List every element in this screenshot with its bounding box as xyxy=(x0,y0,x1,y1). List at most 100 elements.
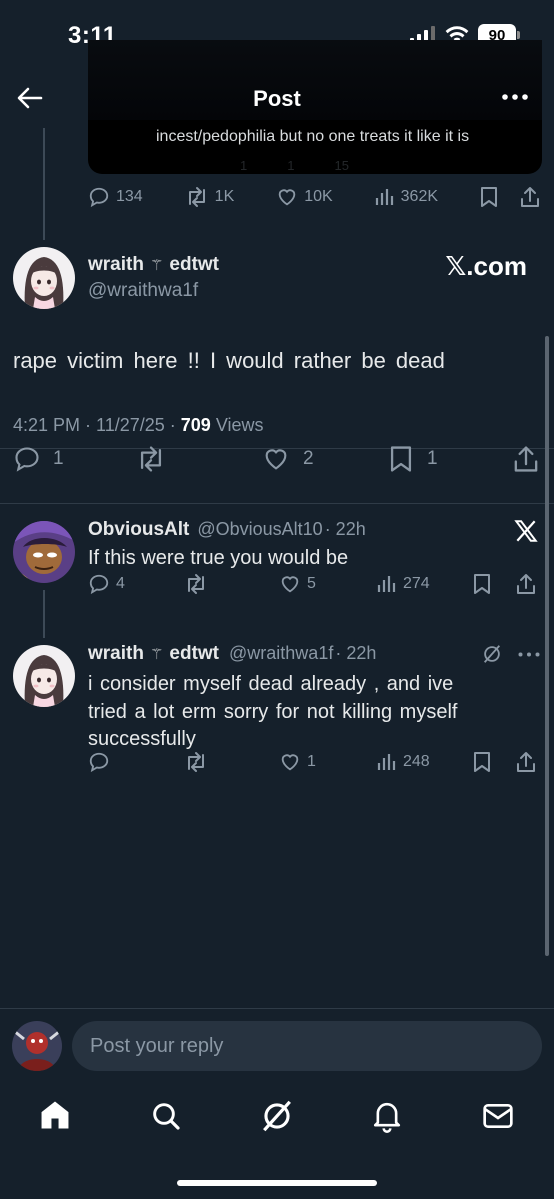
main-bookmark-count: 1 xyxy=(427,448,438,469)
reply2-name[interactable]: wraith xyxy=(88,643,144,665)
parent-bookmark-button[interactable] xyxy=(480,186,498,208)
reply2-views-button[interactable]: 248 xyxy=(377,752,430,772)
quoted-like-count: 1 xyxy=(287,158,295,173)
main-reply-button[interactable]: 1 xyxy=(13,445,64,473)
tab-home[interactable] xyxy=(38,1098,72,1132)
parent-share-button[interactable] xyxy=(520,186,540,208)
tab-notifications[interactable] xyxy=(371,1099,403,1133)
views-icon xyxy=(377,576,396,592)
x-com-badge: 𝕏.com xyxy=(445,251,527,281)
main-like-count: 2 xyxy=(303,448,314,469)
reply1-avatar[interactable] xyxy=(13,521,75,583)
grok-icon xyxy=(263,1100,291,1132)
reply1-reply-count: 4 xyxy=(116,575,125,592)
bell-icon xyxy=(373,1102,401,1133)
parent-like-count: 10K xyxy=(304,188,333,205)
reply1-like-button[interactable]: 5 xyxy=(279,573,316,595)
thread-line xyxy=(43,590,45,638)
heart-icon xyxy=(278,189,296,206)
more-options-button[interactable] xyxy=(502,94,528,100)
quoted-view-count: 15 xyxy=(334,158,349,173)
main-post-timestamp: 4:21 PM · 11/27/25 · xyxy=(13,415,181,435)
reply-icon xyxy=(89,752,109,773)
scrollbar[interactable] xyxy=(545,336,549,956)
thread-line xyxy=(43,128,45,240)
reply2-like-count: 1 xyxy=(307,753,316,770)
reply2-repost-button[interactable] xyxy=(184,751,208,773)
reply2-like-button[interactable]: 1 xyxy=(279,751,316,773)
reply1-name[interactable]: ObviousAlt xyxy=(88,519,189,541)
main-post-author[interactable]: wraith ⚚ edtwt xyxy=(88,254,219,276)
tab-grok[interactable] xyxy=(260,1099,294,1133)
reply-icon xyxy=(89,187,109,208)
views-icon xyxy=(375,189,393,205)
reply-icon xyxy=(89,574,109,595)
home-indicator xyxy=(177,1180,377,1186)
grok-icon[interactable] xyxy=(481,643,503,665)
main-post-handle[interactable]: @wraithwa1f xyxy=(88,280,198,302)
main-reply-count: 1 xyxy=(53,448,64,469)
reply2-header: wraith ⚚ edtwt @wraithwa1f · 22h xyxy=(88,643,376,665)
tab-search[interactable] xyxy=(150,1100,182,1132)
parent-actions: 134 1K 10K 362K xyxy=(88,186,540,208)
bookmark-icon xyxy=(481,187,497,207)
home-icon xyxy=(41,1101,69,1129)
reply1-views-button[interactable]: 274 xyxy=(377,574,430,594)
repost-icon xyxy=(140,446,162,472)
page-title: Post xyxy=(253,86,301,111)
reply2-share-button[interactable] xyxy=(516,751,536,773)
parent-views-button[interactable]: 362K xyxy=(375,187,438,207)
reply-input[interactable]: Post your reply xyxy=(72,1021,542,1071)
share-icon xyxy=(521,187,539,207)
my-avatar[interactable] xyxy=(12,1021,62,1071)
share-icon xyxy=(517,752,535,772)
main-share-button[interactable] xyxy=(513,445,539,473)
reply-icon xyxy=(15,447,39,472)
heart-icon xyxy=(281,576,299,593)
parent-repost-count: 1K xyxy=(214,188,235,205)
reply2-bookmark-button[interactable] xyxy=(473,751,491,773)
parent-view-count: 362K xyxy=(400,188,439,205)
main-post-name: wraith xyxy=(88,254,144,275)
caduceus-icon: ⚚ xyxy=(149,257,164,274)
views-icon xyxy=(377,754,396,770)
reply2-reply-button[interactable] xyxy=(88,751,110,773)
mail-icon xyxy=(483,1104,513,1128)
reply2-text-line: i consider myself dead already , and ive xyxy=(88,673,454,695)
reply2-name-suffix[interactable]: edtwt xyxy=(169,643,219,665)
repost-icon xyxy=(188,752,204,772)
reply1-text: If this were true you would be xyxy=(88,547,349,569)
reply1-like-count: 5 xyxy=(307,575,316,592)
quoted-post-text: incest/pedophilia but no one treats it l… xyxy=(156,128,470,145)
main-post-avatar[interactable] xyxy=(13,247,75,309)
parent-reply-button[interactable]: 134 xyxy=(88,186,143,208)
main-post-meta: 4:21 PM · 11/27/25 · 709 Views xyxy=(13,415,264,436)
reply1-header: ObviousAlt @ObviousAlt10 · 22h xyxy=(88,519,366,541)
main-post-name-suffix: edtwt xyxy=(169,254,220,275)
reply1-reply-button[interactable]: 4 xyxy=(88,573,125,595)
reply1-time: · 22h xyxy=(324,519,366,539)
reply1-handle[interactable]: @ObviousAlt10 xyxy=(197,519,322,540)
reply2-time: · 22h xyxy=(335,643,377,663)
reply1-repost-button[interactable] xyxy=(184,573,208,595)
reply1-bookmark-button[interactable] xyxy=(473,573,491,595)
divider xyxy=(0,503,554,504)
main-repost-button[interactable] xyxy=(135,445,167,473)
repost-icon xyxy=(188,574,204,594)
main-like-button[interactable]: 2 xyxy=(261,445,314,473)
reply2-handle[interactable]: @wraithwa1f xyxy=(229,643,333,664)
main-post-view-count: 709 xyxy=(180,415,211,435)
main-bookmark-button[interactable]: 1 xyxy=(389,445,438,473)
reply1-share-button[interactable] xyxy=(516,573,536,595)
reply2-text: i consider myself dead already , and ive… xyxy=(88,671,457,754)
tab-messages[interactable] xyxy=(482,1101,514,1131)
bookmark-icon xyxy=(474,752,490,772)
reply2-avatar[interactable] xyxy=(13,645,75,707)
main-post-views-label: Views xyxy=(210,415,264,435)
parent-like-button[interactable]: 10K xyxy=(276,186,333,208)
reply2-more-button[interactable] xyxy=(518,652,540,657)
parent-repost-button[interactable]: 1K xyxy=(185,186,235,208)
more-dots-icon xyxy=(502,94,528,100)
share-icon xyxy=(514,446,538,472)
bookmark-icon xyxy=(474,574,490,594)
